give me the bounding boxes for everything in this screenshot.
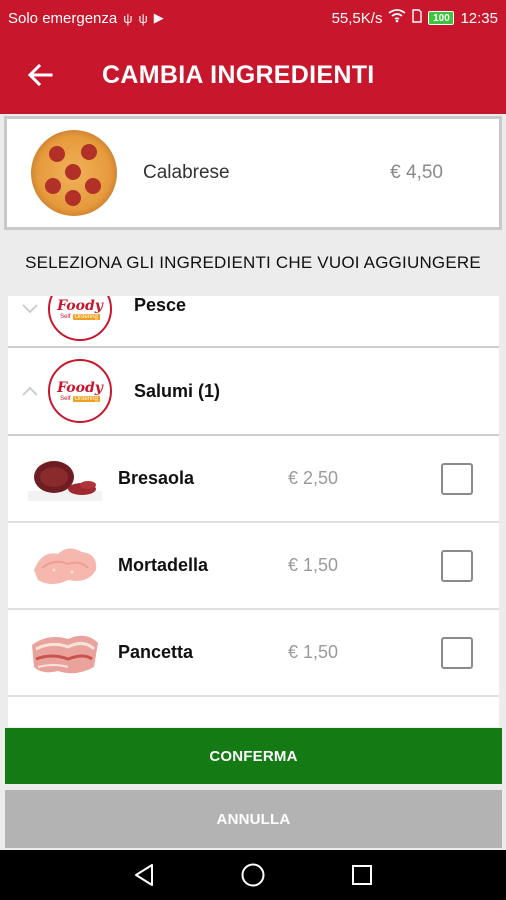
confirm-button[interactable]: CONFERMA: [5, 728, 502, 784]
system-nav-bar: [0, 850, 506, 900]
battery-icon: 100: [428, 11, 455, 25]
mortadella-image: [28, 540, 102, 592]
category-logo: Foody Self Ordering: [48, 359, 112, 423]
play-store-icon: ▶: [153, 10, 164, 25]
usb-icon: ψ: [123, 10, 133, 26]
chevron-down-icon: [8, 304, 52, 314]
ingredient-checkbox[interactable]: [441, 636, 473, 669]
status-bar: Solo emergenza ψ ψ ▶ 55,5K/s 100 12:35: [0, 0, 506, 36]
ingredient-list[interactable]: Foody Self Ordering Pesce Foody Self Order…: [8, 296, 499, 727]
ingredient-name: Mortadella: [118, 555, 209, 575]
back-button[interactable]: [0, 36, 80, 114]
nav-home-button[interactable]: [233, 855, 273, 895]
sim-icon: [412, 9, 423, 27]
section-heading: SELEZIONA GLI INGREDIENTI CHE VUOI AGGIU…: [25, 253, 481, 272]
ingredient-row-bresaola[interactable]: Bresaola € 2,50: [8, 436, 499, 523]
clock: 12:35: [460, 9, 498, 27]
carrier-text: Solo emergenza: [8, 9, 118, 27]
square-recents-icon: [351, 865, 372, 885]
category-name: Salumi (1): [134, 380, 221, 401]
ingredient-name: Bresaola: [118, 468, 195, 488]
chevron-up-icon: [8, 386, 52, 396]
nav-recents-button[interactable]: [342, 855, 382, 895]
network-speed: 55,5K/s: [331, 9, 383, 27]
pizza-image: [31, 130, 117, 216]
ingredient-name: Pancetta: [118, 642, 194, 662]
usb-icon-2: ψ: [138, 10, 148, 26]
arrow-left-icon: [27, 63, 53, 87]
category-logo: Foody Self Ordering: [48, 296, 112, 341]
nav-back-button[interactable]: [124, 855, 164, 895]
product-name: Calabrese: [143, 162, 230, 183]
triangle-back-icon: [135, 864, 154, 886]
ingredient-price: € 1,50: [288, 642, 339, 662]
ingredient-price: € 1,50: [288, 555, 339, 575]
ingredient-row-pancetta[interactable]: Pancetta € 1,50: [8, 610, 499, 697]
page-title: CAMBIA INGREDIENTI: [102, 60, 375, 89]
circle-home-icon: [241, 863, 265, 887]
cancel-button[interactable]: ANNULLA: [5, 790, 502, 848]
category-row-pesce[interactable]: Foody Self Ordering Pesce: [8, 296, 499, 348]
wifi-icon: [388, 9, 406, 27]
pancetta-image: [28, 627, 102, 679]
ingredient-checkbox[interactable]: [441, 549, 473, 582]
product-card: Calabrese € 4,50: [4, 116, 502, 230]
bresaola-image: [28, 453, 102, 505]
app-bar: CAMBIA INGREDIENTI: [0, 36, 506, 114]
category-name: Pesce: [134, 296, 187, 315]
category-row-salumi[interactable]: Foody Self Ordering Salumi (1): [8, 348, 499, 436]
screen: Solo emergenza ψ ψ ▶ 55,5K/s 100 12:35 C…: [0, 0, 506, 900]
ingredient-price: € 2,50: [288, 468, 339, 488]
ingredient-row-mortadella[interactable]: Mortadella € 1,50: [8, 523, 499, 610]
product-price: € 4,50: [390, 162, 443, 183]
ingredient-checkbox[interactable]: [441, 462, 473, 495]
